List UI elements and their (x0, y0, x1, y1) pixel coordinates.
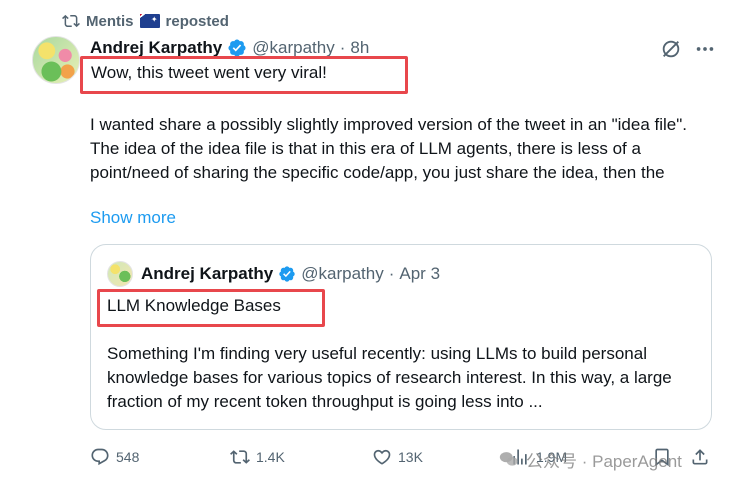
more-icon[interactable] (694, 38, 716, 60)
verified-badge-icon (228, 39, 246, 57)
share-icon (692, 449, 708, 465)
repost-button[interactable]: 1.4K (230, 444, 285, 470)
show-more-link[interactable]: Show more (90, 208, 176, 228)
watermark-text: 公众号 · PaperAgent (526, 451, 682, 471)
separator-dot: · (339, 38, 346, 57)
verified-badge-icon (279, 266, 295, 282)
repost-icon (230, 450, 250, 464)
quoted-author-name[interactable]: Andrej Karpathy (141, 264, 273, 284)
reply-count: 548 (116, 449, 140, 465)
quoted-tweet[interactable]: Andrej Karpathy @karpathy · Apr 3 LLM Kn… (90, 244, 712, 430)
author-name[interactable]: Andrej Karpathy (90, 38, 222, 58)
repost-user[interactable]: Mentis (86, 13, 134, 30)
quoted-highlight-text: LLM Knowledge Bases (107, 296, 281, 315)
watermark: 公众号 · PaperAgent (498, 447, 682, 471)
quoted-author-avatar[interactable] (107, 261, 133, 287)
repost-icon (62, 14, 80, 28)
quoted-tweet-header: Andrej Karpathy @karpathy · Apr 3 (141, 263, 440, 285)
like-icon (373, 449, 391, 465)
author-avatar[interactable] (32, 36, 80, 84)
reply-button[interactable]: 548 (90, 444, 139, 470)
quoted-author-handle: @karpathy (301, 264, 384, 283)
share-button[interactable] (690, 444, 710, 470)
author-handle[interactable]: @karpathy (252, 38, 334, 58)
repost-context: Mentis reposted (62, 11, 229, 31)
wechat-icon (499, 452, 518, 466)
australia-flag-icon (139, 14, 160, 28)
quoted-tweet-body: Something I'm finding very useful recent… (107, 344, 672, 411)
separator-dot: · (388, 264, 395, 283)
tweet-time[interactable]: 8h (350, 38, 369, 58)
repost-label: reposted (165, 12, 229, 30)
grok-icon[interactable] (660, 38, 682, 60)
tweet-highlight-text: Wow, this tweet went very viral! (91, 63, 327, 82)
quoted-tweet-date: Apr 3 (399, 264, 441, 283)
like-button[interactable]: 13K (372, 444, 423, 470)
tweet-body: I wanted share a possibly slightly impro… (90, 115, 687, 182)
repost-count: 1.4K (256, 449, 285, 465)
reply-icon (91, 448, 109, 466)
like-count: 13K (398, 449, 423, 465)
